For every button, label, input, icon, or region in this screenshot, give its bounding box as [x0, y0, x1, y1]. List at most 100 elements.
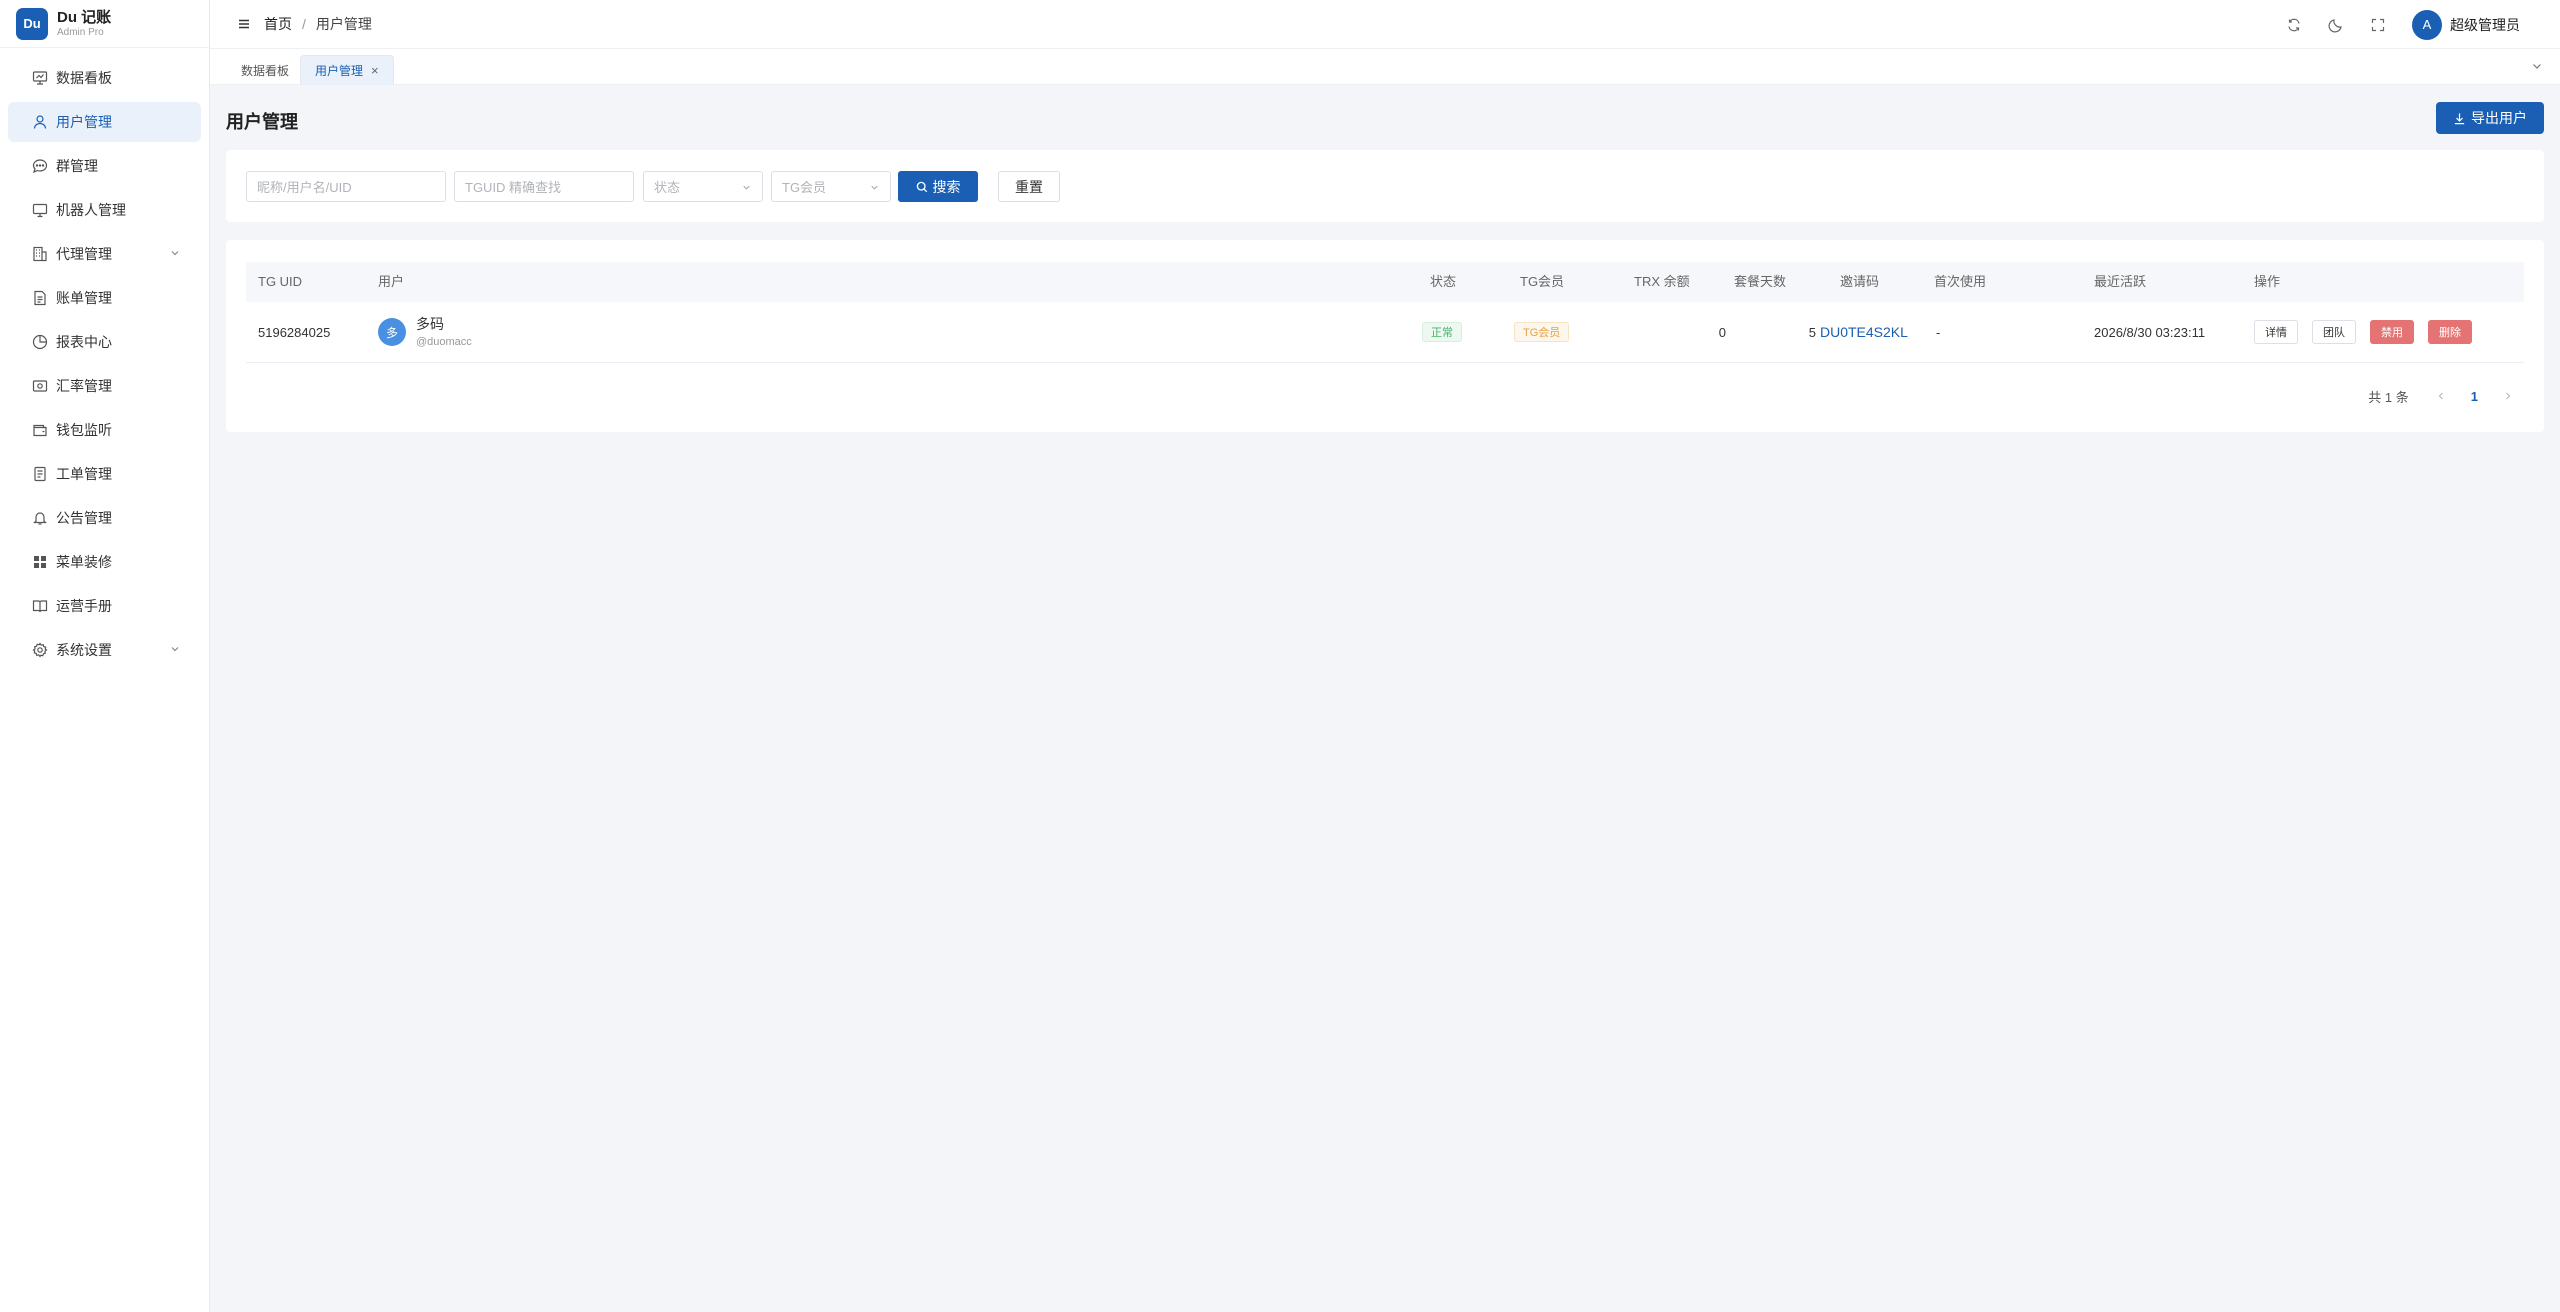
column-header: 状态	[1430, 274, 1457, 289]
detail-button[interactable]: 详情	[2254, 320, 2298, 344]
trx-balance-cell: 0	[1718, 324, 1726, 340]
chevron-left-icon[interactable]	[2435, 390, 2447, 402]
close-icon[interactable]: ×	[371, 63, 379, 78]
column-header: 操作	[2254, 274, 2281, 289]
ticket-icon	[32, 466, 48, 482]
tg-uid-cell: 5196284025	[258, 324, 331, 340]
bell-icon	[32, 510, 48, 526]
sidebar-item-label: 菜单装修	[56, 554, 112, 570]
fullscreen-icon[interactable]	[2370, 17, 2386, 33]
tguid-search-input[interactable]: TGUID 精确查找	[454, 171, 634, 202]
sidebar-item-agents[interactable]: 代理管理	[8, 234, 201, 274]
monitor-icon	[32, 202, 48, 218]
sidebar-item-rates[interactable]: 汇率管理	[8, 366, 201, 406]
sidebar-item-tickets[interactable]: 工单管理	[8, 454, 201, 494]
sidebar-item-bots[interactable]: 机器人管理	[8, 190, 201, 230]
tab-label: 数据看板	[241, 64, 290, 78]
grid-icon	[32, 554, 48, 570]
column-header: 用户	[378, 274, 405, 289]
sidebar-item-label: 工单管理	[56, 466, 112, 482]
wallet-icon	[32, 422, 48, 438]
chevron-down-icon[interactable]	[169, 643, 181, 655]
sidebar-item-bills[interactable]: 账单管理	[8, 278, 201, 318]
tab-dashboard[interactable]: 数据看板	[226, 55, 304, 85]
sidebar-item-users[interactable]: 用户管理	[8, 102, 201, 142]
status-placeholder: 状态	[654, 180, 681, 195]
chevron-down-icon	[871, 185, 878, 190]
keyword-search-input[interactable]: 昵称/用户名/UID	[246, 171, 446, 202]
chevron-right-icon[interactable]	[2502, 390, 2514, 402]
sidebar: Du Du 记账 Admin Pro 数据看板 用户管理 群管理 机器人管理 代…	[0, 0, 210, 1312]
sidebar-item-label: 用户管理	[56, 114, 112, 130]
avatar: A	[2412, 9, 2442, 40]
breadcrumb-home[interactable]: 首页	[264, 14, 292, 34]
sidebar-item-label: 群管理	[56, 158, 98, 174]
column-header: TG会员	[1520, 274, 1565, 289]
tg-member-select[interactable]: TG会员	[771, 171, 891, 202]
export-users-button[interactable]: 导出用户	[2436, 102, 2544, 134]
refresh-icon[interactable]	[2286, 17, 2302, 33]
pagination-total: 共 1 条	[2368, 389, 2409, 405]
user-menu[interactable]: A 超级管理员	[2412, 9, 2520, 40]
users-table-card: TG UID 用户 状态 TG会员 TRX 余额 套餐天数 邀请码 首次使用 最…	[226, 240, 2544, 432]
sidebar-item-reports[interactable]: 报表中心	[8, 322, 201, 362]
tab-users[interactable]: 用户管理 ×	[300, 55, 394, 85]
sidebar-item-dashboard[interactable]: 数据看板	[8, 58, 201, 98]
money-icon	[32, 378, 48, 394]
menu-toggle-icon[interactable]	[236, 16, 252, 32]
first-use-cell: -	[1936, 324, 1941, 340]
user-cell: 多 多码 @duomacc	[378, 302, 472, 362]
sidebar-item-label: 机器人管理	[56, 202, 126, 218]
chevron-down-icon[interactable]	[2530, 59, 2544, 73]
sidebar-item-manual[interactable]: 运营手册	[8, 586, 201, 626]
sidebar-item-label: 数据看板	[56, 70, 112, 86]
sidebar-item-label: 钱包监听	[56, 422, 112, 438]
breadcrumb: 首页 / 用户管理	[264, 14, 372, 34]
sidebar-item-wallet[interactable]: 钱包监听	[8, 410, 201, 450]
sidebar-item-announcements[interactable]: 公告管理	[8, 498, 201, 538]
column-header: 最近活跃	[2094, 274, 2147, 289]
delete-button[interactable]: 删除	[2428, 320, 2472, 344]
invite-code-link[interactable]: DU0TE4S2KL	[1820, 302, 1908, 362]
sidebar-item-label: 汇率管理	[56, 378, 112, 394]
sidebar-item-label: 运营手册	[56, 598, 112, 614]
column-header: TG UID	[258, 274, 303, 289]
dark-mode-icon[interactable]	[2328, 17, 2344, 33]
team-button[interactable]: 团队	[2312, 320, 2356, 344]
sidebar-item-label: 账单管理	[56, 290, 112, 306]
status-select[interactable]: 状态	[643, 171, 763, 202]
tgmember-placeholder: TG会员	[782, 180, 827, 195]
column-header: 邀请码	[1840, 274, 1880, 289]
sidebar-item-groups[interactable]: 群管理	[8, 146, 201, 186]
user-handle: @duomacc	[416, 336, 472, 348]
tg-member-cell: TG会员	[1514, 302, 1570, 362]
disable-button[interactable]: 禁用	[2370, 320, 2414, 344]
chevron-down-icon[interactable]	[169, 247, 181, 259]
export-label: 导出用户	[2471, 110, 2527, 126]
plan-days-cell: 5	[1808, 324, 1816, 340]
user-icon	[32, 114, 48, 130]
sidebar-item-label: 公告管理	[56, 510, 112, 526]
user-nickname: 多码	[416, 316, 444, 332]
status-badge: 正常	[1422, 322, 1462, 342]
tab-label: 用户管理	[315, 64, 364, 78]
tg-member-badge: TG会员	[1514, 322, 1570, 342]
reset-button[interactable]: 重置	[998, 171, 1060, 202]
tguid-placeholder: TGUID 精确查找	[465, 180, 562, 195]
download-icon	[2454, 112, 2465, 124]
search-label: 搜索	[932, 178, 961, 195]
table-header: TG UID 用户 状态 TG会员 TRX 余额 套餐天数 邀请码 首次使用 最…	[246, 262, 2524, 302]
avatar: 多	[378, 318, 406, 346]
book-icon	[32, 598, 48, 614]
gear-icon	[32, 642, 48, 658]
pie-chart-icon	[32, 334, 48, 350]
sidebar-item-settings[interactable]: 系统设置	[8, 630, 201, 670]
user-name: 超级管理员	[2450, 16, 2520, 33]
pagination: 共 1 条 1	[2368, 386, 2514, 406]
dashboard-icon	[32, 70, 48, 86]
sidebar-item-menu-decor[interactable]: 菜单装修	[8, 542, 201, 582]
table-row: 5196284025 多 多码 @duomacc 正常 TG会员 0 5 DU0…	[246, 302, 2524, 363]
chat-icon	[32, 158, 48, 174]
page-number[interactable]: 1	[2471, 389, 2478, 404]
search-button[interactable]: 搜索	[898, 171, 978, 202]
